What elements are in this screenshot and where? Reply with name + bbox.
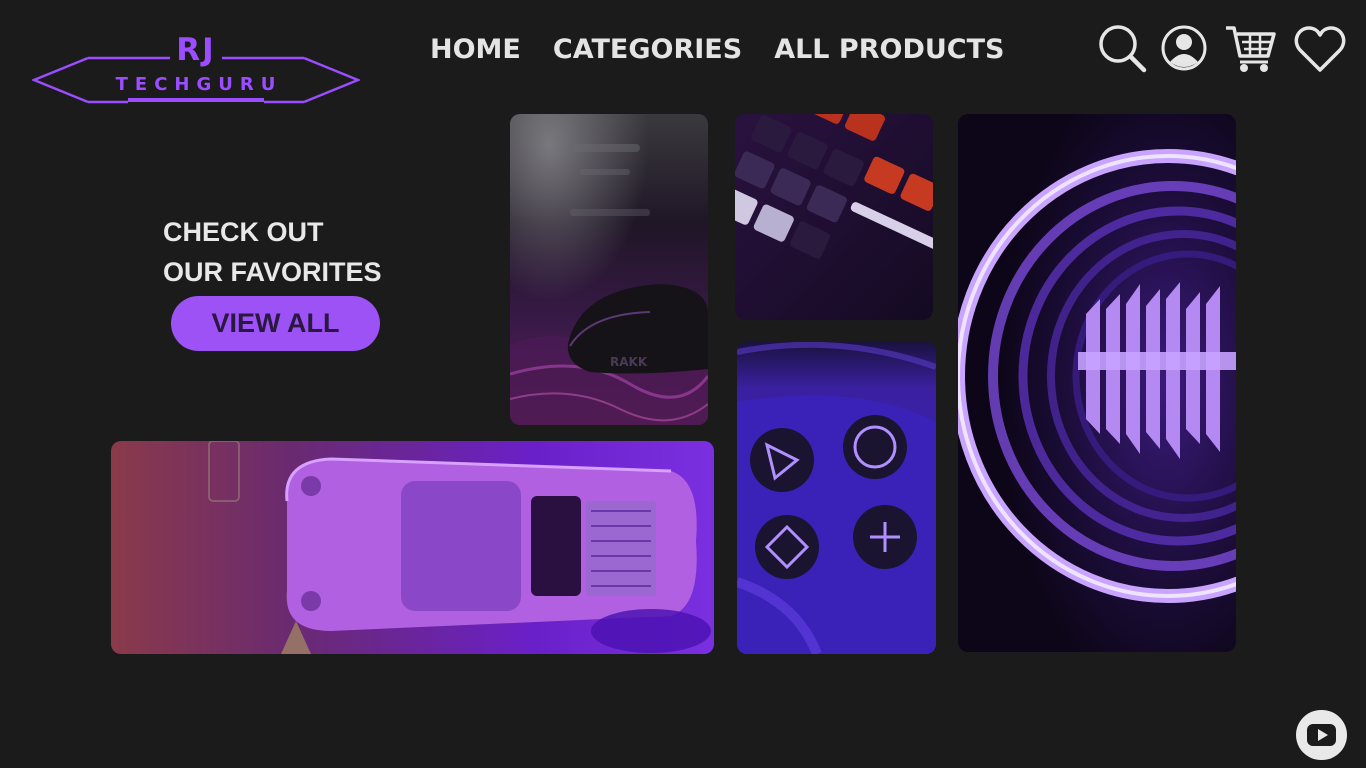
infinity-mirror-photo[interactable]	[958, 114, 1236, 652]
user-icon[interactable]	[1160, 24, 1208, 72]
hero-line-2: OUR FAVORITES	[163, 257, 382, 287]
svg-text:RAKK: RAKK	[610, 355, 648, 369]
nav-home[interactable]: HOME	[430, 30, 521, 70]
nav-categories[interactable]: CATEGORIES	[553, 30, 742, 70]
main-nav: HOME CATEGORIES ALL PRODUCTS	[430, 30, 1004, 70]
header-icons	[1096, 22, 1348, 78]
mouse-photo[interactable]: RAKK	[510, 114, 708, 425]
gamepad-photo[interactable]	[737, 342, 936, 654]
toy-car-photo[interactable]	[111, 441, 714, 654]
nav-all-products[interactable]: ALL PRODUCTS	[774, 30, 1004, 70]
logo[interactable]: RJ TECHGURU	[32, 30, 360, 106]
keyboard-photo[interactable]	[735, 114, 933, 320]
cart-icon[interactable]	[1224, 22, 1276, 74]
logo-initials: RJ	[176, 32, 216, 68]
hero-line-1: CHECK OUT	[163, 217, 324, 247]
youtube-icon[interactable]	[1296, 710, 1347, 760]
heart-icon[interactable]	[1294, 24, 1346, 74]
hero-heading: CHECK OUT OUR FAVORITES	[163, 212, 382, 292]
view-all-button[interactable]: VIEW ALL	[171, 296, 380, 351]
logo-wordmark: TECHGURU	[115, 74, 283, 95]
search-icon[interactable]	[1096, 22, 1150, 76]
